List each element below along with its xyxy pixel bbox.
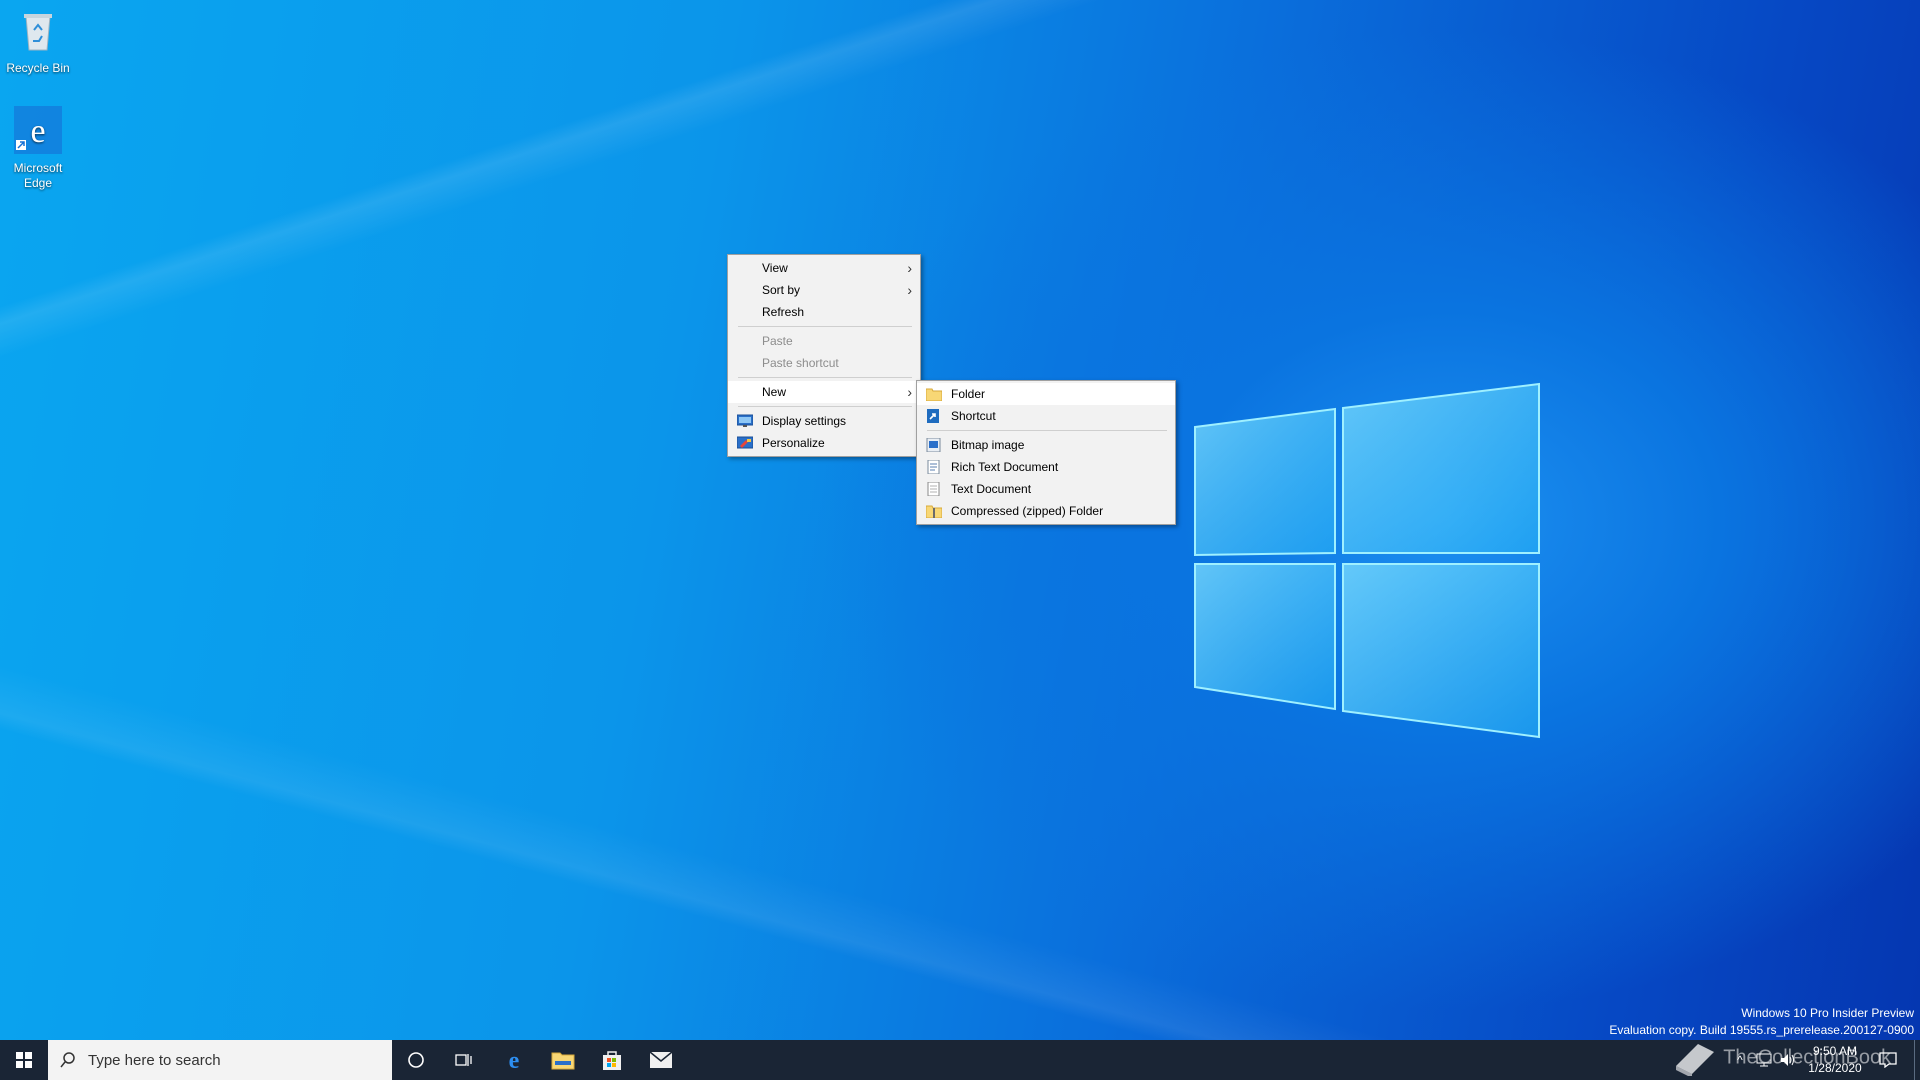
svg-text:e: e bbox=[509, 1048, 520, 1072]
menu-item-view[interactable]: View › bbox=[728, 257, 920, 279]
rich-text-document-icon bbox=[927, 460, 940, 474]
desktop-context-menu: View › Sort by › Refresh Paste Paste sho… bbox=[727, 254, 921, 457]
desktop-icon-recycle-bin[interactable]: Recycle Bin bbox=[0, 6, 76, 76]
cortana-icon bbox=[408, 1052, 424, 1068]
menu-item-label: New bbox=[762, 385, 787, 399]
edge-icon: e bbox=[509, 1048, 520, 1072]
menu-item-refresh[interactable]: Refresh bbox=[728, 301, 920, 323]
task-view-button[interactable] bbox=[440, 1040, 488, 1080]
svg-text:e: e bbox=[30, 113, 45, 150]
chevron-right-icon: › bbox=[907, 384, 912, 400]
wallpaper-beam bbox=[0, 0, 1920, 1080]
menu-item-new-shortcut[interactable]: Shortcut bbox=[917, 405, 1175, 427]
menu-item-label: Text Document bbox=[951, 482, 1032, 496]
menu-item-new-text[interactable]: Text Document bbox=[917, 478, 1175, 500]
menu-item-label: View bbox=[762, 261, 788, 275]
menu-item-label: Sort by bbox=[762, 283, 801, 297]
mail-icon bbox=[649, 1051, 673, 1068]
menu-item-label: Shortcut bbox=[951, 409, 996, 423]
menu-item-label: Refresh bbox=[762, 305, 805, 319]
book-logo-icon bbox=[1676, 1044, 1714, 1078]
shortcut-icon bbox=[927, 409, 939, 423]
windows-logo-wallpaper bbox=[1194, 382, 1540, 739]
store-icon bbox=[603, 1051, 621, 1070]
menu-item-paste-shortcut[interactable]: Paste shortcut bbox=[728, 352, 920, 374]
menu-item-label: Paste shortcut bbox=[762, 356, 839, 370]
task-view-icon bbox=[455, 1054, 472, 1066]
menu-item-label: Rich Text Document bbox=[951, 460, 1059, 474]
cortana-button[interactable] bbox=[392, 1040, 440, 1080]
menu-item-label: Display settings bbox=[762, 414, 847, 428]
menu-separator bbox=[738, 326, 912, 327]
chevron-right-icon: › bbox=[907, 282, 912, 298]
menu-item-label: Personalize bbox=[762, 436, 825, 450]
taskbar-file-explorer[interactable] bbox=[539, 1040, 587, 1080]
zip-folder-icon bbox=[926, 505, 942, 518]
watermark-line: Evaluation copy. Build 19555.rs_prerelea… bbox=[1609, 1023, 1914, 1037]
menu-item-new-bitmap[interactable]: Bitmap image bbox=[917, 434, 1175, 456]
menu-separator bbox=[738, 377, 912, 378]
desktop-icon-edge[interactable]: e Microsoft Edge bbox=[0, 106, 76, 191]
desktop-icon-label: Recycle Bin bbox=[6, 61, 70, 75]
display-settings-icon bbox=[737, 414, 753, 427]
chevron-right-icon: › bbox=[907, 260, 912, 276]
menu-item-label: Paste bbox=[762, 334, 793, 348]
folder-icon bbox=[926, 388, 942, 401]
desktop-icon-label: Microsoft Edge bbox=[13, 161, 63, 190]
taskbar-store[interactable] bbox=[588, 1040, 636, 1080]
taskbar: Type here to search e ^ 9:50 AM 1/28/202… bbox=[0, 1040, 1920, 1080]
search-placeholder: Type here to search bbox=[88, 1051, 221, 1069]
menu-item-paste[interactable]: Paste bbox=[728, 330, 920, 352]
menu-item-new-rtf[interactable]: Rich Text Document bbox=[917, 456, 1175, 478]
build-watermark: Windows 10 Pro Insider Preview Evaluatio… bbox=[1609, 1005, 1914, 1039]
brand-watermark: TheCollectionBook bbox=[1672, 1040, 1892, 1078]
windows-start-icon bbox=[16, 1052, 32, 1068]
new-submenu: Folder Shortcut Bitmap image Rich Text D… bbox=[916, 380, 1176, 525]
menu-item-label: Folder bbox=[951, 387, 986, 401]
menu-item-personalize[interactable]: Personalize bbox=[728, 432, 920, 454]
file-explorer-icon bbox=[551, 1052, 575, 1070]
menu-separator bbox=[927, 430, 1167, 431]
menu-item-display-settings[interactable]: Display settings bbox=[728, 410, 920, 432]
taskbar-edge[interactable]: e bbox=[490, 1040, 538, 1080]
brand-text: TheCollectionBook bbox=[1723, 1046, 1892, 1069]
menu-item-new-zip[interactable]: Compressed (zipped) Folder bbox=[917, 500, 1175, 522]
menu-item-label: Compressed (zipped) Folder bbox=[951, 504, 1104, 518]
start-button[interactable] bbox=[0, 1040, 48, 1080]
taskbar-search-box[interactable]: Type here to search bbox=[48, 1040, 392, 1080]
recycle-bin-icon bbox=[24, 14, 52, 51]
menu-item-new-folder[interactable]: Folder bbox=[917, 383, 1175, 405]
menu-item-sort-by[interactable]: Sort by › bbox=[728, 279, 920, 301]
watermark-line: Windows 10 Pro Insider Preview bbox=[1741, 1006, 1914, 1020]
menu-separator bbox=[738, 406, 912, 407]
menu-item-label: Bitmap image bbox=[951, 438, 1025, 452]
show-desktop-button[interactable] bbox=[1914, 1040, 1920, 1080]
bitmap-image-icon bbox=[926, 438, 941, 452]
search-icon bbox=[60, 1052, 75, 1068]
taskbar-mail[interactable] bbox=[637, 1040, 685, 1080]
menu-item-new[interactable]: New › bbox=[728, 381, 920, 403]
wallpaper-beam bbox=[0, 0, 1920, 1080]
text-document-icon bbox=[927, 482, 940, 496]
edge-icon: e bbox=[14, 106, 62, 154]
personalize-icon bbox=[737, 436, 753, 449]
